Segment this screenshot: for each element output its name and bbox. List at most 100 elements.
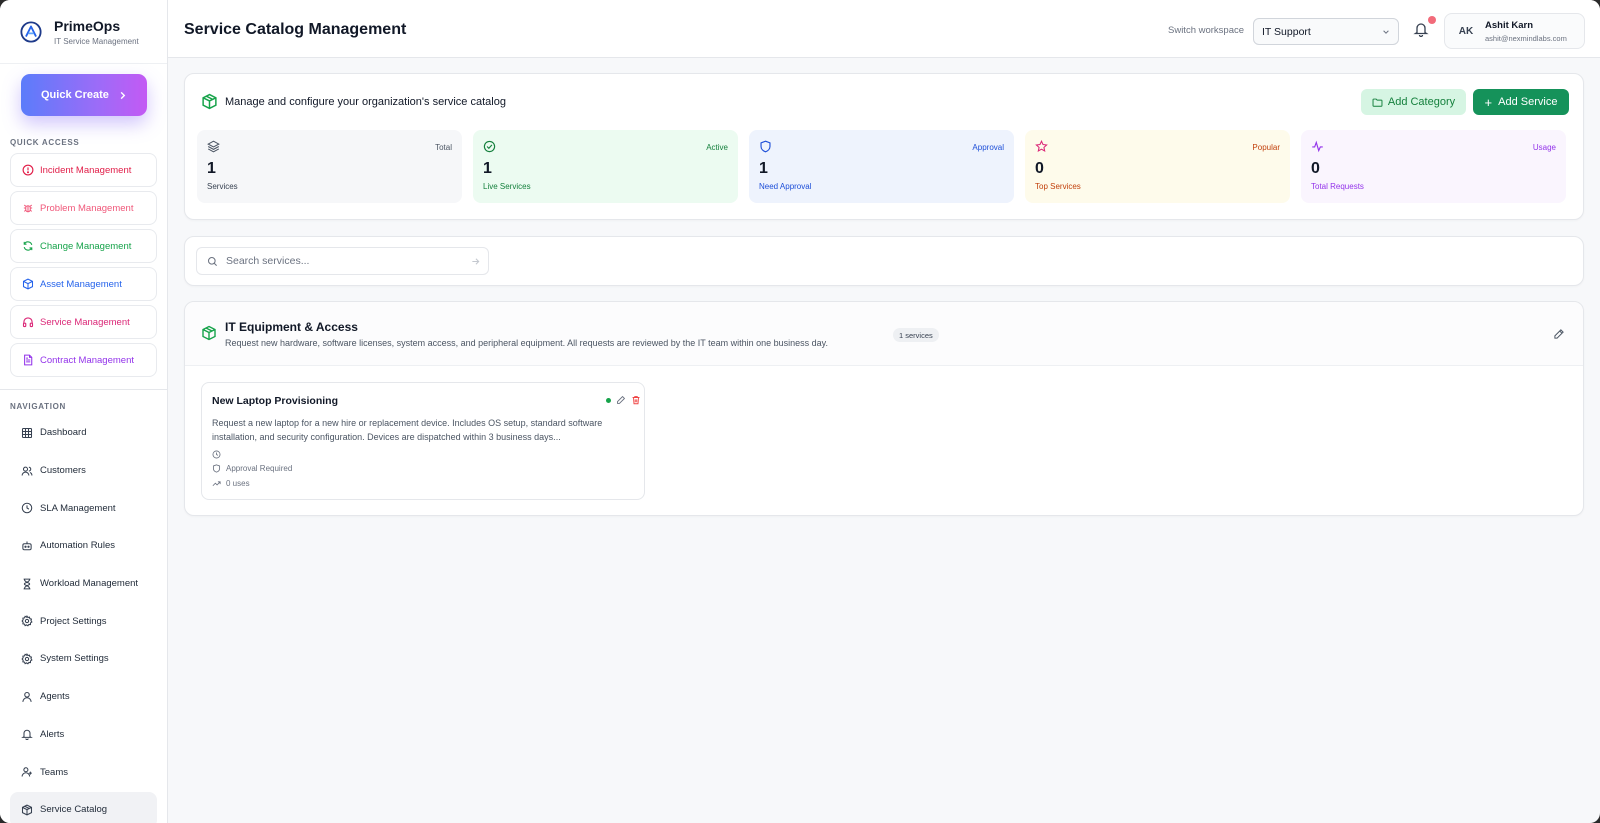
edit-icon[interactable]: [1553, 328, 1565, 340]
sidebar-item-label: Workload Management: [40, 578, 139, 590]
stat-tag: Popular: [1252, 143, 1280, 152]
quick-access-asset-management[interactable]: Asset Management: [10, 267, 157, 301]
trending-up-icon: [212, 481, 221, 487]
activity-icon: [1312, 140, 1323, 153]
service-title: New Laptop Provisioning: [212, 395, 339, 407]
sidebar-item-agents[interactable]: Agents: [10, 679, 157, 715]
search-box[interactable]: [196, 247, 489, 275]
quick-access-label: Asset Management: [40, 278, 122, 290]
quick-access-service-management[interactable]: Service Management: [10, 305, 157, 339]
sidebar-item-teams[interactable]: Teams: [10, 754, 157, 790]
robot-icon: [22, 541, 32, 551]
service-description: Request a new laptop for a new hire or r…: [212, 418, 603, 442]
quick-access-change-management[interactable]: Change Management: [10, 229, 157, 263]
plus-icon: +: [1484, 94, 1493, 110]
stat-label: Need Approval: [759, 182, 812, 191]
status-dot: [606, 398, 611, 403]
avatar: AK: [1458, 25, 1474, 37]
catalog-summary-card: Manage and configure your organization's…: [184, 73, 1584, 220]
add-service-button[interactable]: + Add Service: [1473, 89, 1569, 115]
category-header[interactable]: IT Equipment & Access Request new hardwa…: [185, 302, 1583, 366]
sidebar-item-workload-management[interactable]: Workload Management: [10, 566, 157, 602]
sidebar-item-system-settings[interactable]: System Settings: [10, 641, 157, 677]
stat-tag: Total: [435, 143, 452, 152]
search-icon: [207, 256, 217, 266]
service-count-badge: 1 services: [893, 328, 939, 342]
notification-bell-icon[interactable]: [1413, 21, 1429, 37]
check-circle-icon: [483, 140, 496, 153]
layers-icon: [207, 140, 220, 153]
gear-icon: [21, 652, 33, 665]
sidebar-item-label: Service Catalog: [40, 804, 108, 816]
refresh-icon: [23, 241, 33, 251]
navigation-title: NAVIGATION: [10, 402, 67, 411]
stat-value: 1: [483, 160, 492, 177]
headphones-icon: [22, 317, 34, 328]
quick-access-label: Incident Management: [40, 164, 132, 176]
service-card[interactable]: New Laptop Provisioning Request a new la…: [201, 382, 645, 500]
bug-icon: [23, 204, 33, 213]
quick-create-button[interactable]: Quick Create: [21, 74, 147, 116]
search-input[interactable]: [226, 255, 466, 267]
star-icon: [1035, 140, 1048, 152]
quick-create-label: Quick Create: [41, 89, 109, 101]
add-category-button[interactable]: Add Category: [1361, 89, 1466, 115]
sidebar-item-service-catalog[interactable]: Service Catalog: [10, 791, 157, 823]
uses-text: 0 uses: [226, 479, 250, 488]
sidebar-item-dashboard[interactable]: Dashboard: [10, 415, 157, 451]
stat-card-approval: Approval 1 Need Approval: [749, 130, 1014, 203]
sidebar-item-label: Project Settings: [40, 615, 107, 627]
sidebar-item-label: Dashboard: [40, 427, 87, 439]
clock-icon: [21, 502, 33, 514]
stat-value: 0: [1035, 160, 1044, 177]
package-icon: [202, 93, 217, 110]
team-icon: [21, 767, 32, 777]
add-category-label: Add Category: [1387, 96, 1456, 108]
sidebar-item-label: Alerts: [40, 728, 65, 740]
user-icon: [22, 691, 32, 702]
quick-access-problem-management[interactable]: Problem Management: [10, 191, 157, 225]
sidebar-item-label: SLA Management: [40, 502, 116, 514]
sidebar-item-sla-management[interactable]: SLA Management: [10, 490, 157, 526]
stat-label: Services: [207, 182, 238, 191]
stat-label: Top Services: [1035, 182, 1081, 191]
quick-access-title: QUICK ACCESS: [10, 138, 80, 147]
quick-access-incident-management[interactable]: Incident Management: [10, 153, 157, 187]
user-name: Ashit Karn: [1485, 19, 1534, 31]
summary-description: Manage and configure your organization's…: [225, 95, 506, 108]
user-menu[interactable]: AK Ashit Karn ashit@nexmindlabs.com: [1444, 13, 1585, 49]
box-icon: [22, 278, 34, 290]
quick-access-contract-management[interactable]: Contract Management: [10, 343, 157, 377]
package-icon: [21, 804, 33, 816]
add-service-label: Add Service: [1498, 96, 1558, 108]
category-description: Request new hardware, software licenses,…: [225, 338, 828, 348]
gear-icon: [21, 615, 33, 627]
quick-access-label: Change Management: [40, 240, 132, 252]
clock-icon: [212, 450, 221, 459]
sidebar-item-project-settings[interactable]: Project Settings: [10, 603, 157, 639]
sidebar-divider: [0, 389, 167, 390]
stat-tag: Active: [706, 143, 728, 152]
sidebar-item-automation-rules[interactable]: Automation Rules: [10, 528, 157, 564]
search-card: [184, 236, 1584, 286]
workspace-select[interactable]: IT Support: [1253, 18, 1399, 45]
sidebar-item-label: System Settings: [40, 653, 109, 665]
sidebar-item-alerts[interactable]: Alerts: [10, 717, 157, 753]
hourglass-icon: [23, 578, 31, 589]
stat-label: Total Requests: [1311, 182, 1364, 191]
sidebar-item-customers[interactable]: Customers: [10, 453, 157, 489]
stat-tag: Usage: [1532, 143, 1556, 152]
summary-header: Manage and configure your organization's…: [201, 93, 506, 110]
sidebar: PrimeOps IT Service Management Quick Cre…: [0, 0, 168, 823]
brand[interactable]: PrimeOps IT Service Management: [0, 0, 167, 64]
service-meta-time: [212, 450, 226, 459]
brand-name: PrimeOps: [54, 17, 121, 34]
user-email: ashit@nexmindlabs.com: [1485, 33, 1567, 43]
alert-circle-icon: [22, 164, 34, 176]
stat-card-active: Active 1 Live Services: [473, 130, 738, 203]
service-meta-uses: 0 uses: [212, 479, 250, 488]
stat-card-usage: Usage 0 Total Requests: [1301, 130, 1566, 203]
folder-icon: [1372, 98, 1383, 107]
trash-icon[interactable]: [631, 395, 641, 405]
edit-icon[interactable]: [616, 395, 626, 405]
